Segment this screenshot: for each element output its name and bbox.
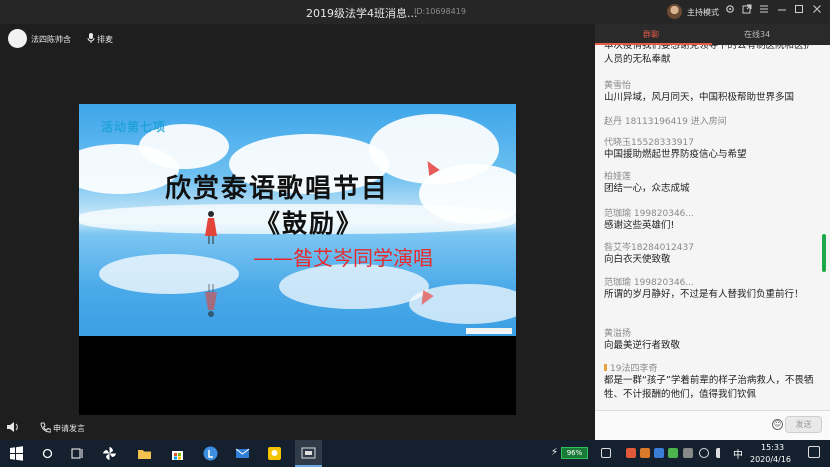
classroom-app: 2019级法学4班消息... ID:10698419 主持模式 法四陈帅含 排麦	[0, 0, 830, 440]
clock-time[interactable]: 15:33	[761, 443, 784, 452]
message-sender[interactable]: 范珈瑜 199820346...	[604, 206, 818, 219]
volume-icon[interactable]	[716, 448, 726, 458]
panel-tabs: 群聊 在线34	[595, 24, 830, 45]
chat-message: 代晓玉15528333917 中国援助燃起世界防疫信心与希望	[604, 135, 818, 162]
chat-message: 昝艾岑18284012437 向白衣天使致敬	[604, 240, 818, 267]
task-view-icon[interactable]	[70, 446, 85, 461]
message-text: 感谢这些英雄们!	[604, 220, 675, 231]
message-text: 团结一心，众志成城	[604, 183, 690, 194]
sender-name: 19法四李奇	[610, 364, 658, 374]
message-composer[interactable]: ☺ 发送	[595, 410, 830, 440]
presenter-name: 法四陈帅含	[31, 35, 71, 44]
message-text: 中国援助燃起世界防疫信心与希望	[604, 149, 747, 160]
chat-message: 范珈瑜 199820346... 感谢这些英雄们!	[604, 206, 818, 233]
message-text: 山川异域，风月同天，中国积极帮助世界多国	[604, 92, 795, 103]
store-icon[interactable]	[170, 446, 185, 461]
sticky-app-icon[interactable]	[267, 446, 282, 461]
window-title: 2019级法学4班消息...	[306, 7, 418, 20]
close-icon[interactable]	[810, 4, 824, 18]
slide-performer-line: ——昝艾岑同学演唱	[253, 246, 433, 270]
slide-title-line1: 欣赏泰语歌唱节目	[165, 174, 390, 204]
notification-center-icon[interactable]	[808, 446, 820, 458]
message-text: 都是一群“孩子”学着前辈的样子治病救人，不畏牺牲、不计报酬的他们，值得我们钦佩	[604, 375, 814, 400]
slide-footer-strip	[466, 328, 512, 334]
message-sender[interactable]: 范珈瑜 199820346...	[604, 275, 818, 288]
windows-start-icon[interactable]	[9, 446, 24, 461]
message-list[interactable]: 本次疫情我们要感谢党领导下的公有制医院和医护人员的无私奉献 黄雪怡 山川异域，风…	[595, 45, 820, 410]
mail-icon[interactable]	[235, 446, 250, 461]
popout-icon[interactable]	[740, 4, 754, 18]
windows-taskbar: ⚡ 96% 中 15:33 2020/4/16	[0, 440, 830, 467]
tray-app-icon[interactable]	[668, 448, 678, 458]
cloud-reflection	[99, 254, 239, 294]
message-sender[interactable]: 黄雪怡	[604, 78, 818, 91]
chat-panel: 群聊 在线34 本次疫情我们要感谢党领导下的公有制医院和医护人员的无私奉献 黄雪…	[595, 24, 830, 440]
tab-online[interactable]: 在线34	[744, 29, 770, 40]
presentation-slide: 活动第七项 欣赏泰语歌唱节目 《鼓励》 ——昝艾岑同学演唱	[79, 104, 516, 336]
active-taskbar-app[interactable]	[295, 440, 322, 467]
message-sender[interactable]: 19法四李奇	[604, 361, 818, 374]
presenter-avatar[interactable]	[8, 29, 27, 48]
room-id: ID:10698419	[414, 7, 466, 16]
title-bar: 2019级法学4班消息... ID:10698419 主持模式	[0, 0, 830, 24]
message-sender[interactable]: 代晓玉15528333917	[604, 135, 818, 148]
meeting-app-icon	[301, 447, 316, 459]
message-sender[interactable]: 黄溢扬	[604, 326, 818, 339]
pinwheel-app-icon[interactable]	[102, 446, 117, 461]
minimize-icon[interactable]	[775, 4, 789, 18]
emoji-icon[interactable]: ☺	[772, 419, 783, 430]
apply-speak-button[interactable]: 申请发言	[53, 423, 85, 434]
battery-tray-icon[interactable]	[683, 448, 693, 458]
wifi-icon[interactable]	[699, 448, 709, 458]
girl-reflection	[205, 284, 217, 317]
sender-badge-icon	[604, 364, 607, 371]
video-stage: 活动第七项 欣赏泰语歌唱节目 《鼓励》 ——昝艾岑同学演唱	[79, 104, 516, 415]
tray-app-icon[interactable]	[640, 448, 650, 458]
power-plug-icon: ⚡	[551, 447, 559, 458]
host-mode-label[interactable]: 主持模式	[687, 7, 719, 18]
message-text: 本次疫情我们要感谢党领导下的公有制医院和医护人员的无私奉献	[604, 45, 814, 65]
battery-indicator[interactable]: 96%	[561, 447, 588, 459]
menu-icon[interactable]	[757, 4, 771, 18]
people-icon[interactable]	[601, 448, 611, 458]
settings-icon[interactable]	[723, 4, 737, 18]
maximize-icon[interactable]	[792, 4, 806, 18]
slide-title-line2: 《鼓励》	[255, 209, 364, 238]
speaker-icon[interactable]	[7, 422, 19, 432]
message-text: 向最美逆行者致敬	[604, 340, 681, 351]
clock-date[interactable]: 2020/4/16	[750, 455, 791, 464]
file-explorer-icon[interactable]	[137, 446, 152, 461]
search-icon[interactable]	[40, 446, 55, 461]
tray-app-icon[interactable]	[654, 448, 664, 458]
ime-indicator[interactable]: 中	[733, 446, 743, 461]
message-text: 所谓的岁月静好，不过是有人替我们负重前行！	[604, 289, 804, 300]
phone-icon[interactable]	[40, 422, 51, 433]
chat-scrollbar-thumb[interactable]	[822, 234, 826, 272]
system-message: 赵丹 18113196419 进入房间	[604, 117, 727, 127]
chat-message: 19法四李奇 都是一群“孩子”学着前辈的样子治病救人，不畏牺牲、不计报酬的他们，…	[604, 361, 818, 402]
send-button[interactable]: 发送	[785, 416, 822, 433]
tray-app-icon[interactable]	[626, 448, 636, 458]
chat-message: 黄雪怡 山川异域，风月同天，中国积极帮助世界多国	[604, 78, 818, 105]
message-sender[interactable]: 昝艾岑18284012437	[604, 240, 818, 253]
girl-figure	[205, 211, 217, 244]
l-app-icon[interactable]	[203, 446, 218, 461]
message-text: 向白衣天使致敬	[604, 254, 671, 265]
activity-tag: 活动第七项	[101, 120, 167, 134]
tab-group-chat[interactable]: 群聊	[643, 29, 659, 40]
chat-message: 本次疫情我们要感谢党领导下的公有制医院和医护人员的无私奉献	[604, 45, 818, 67]
chat-message: 柏娅莲 团结一心，众志成城	[604, 169, 818, 196]
queue-label[interactable]: 排麦	[97, 34, 113, 45]
host-avatar[interactable]	[667, 4, 682, 19]
message-sender[interactable]: 柏娅莲	[604, 169, 818, 182]
chat-message: 黄溢扬 向最美逆行者致敬	[604, 326, 818, 353]
microphone-icon[interactable]	[87, 33, 95, 43]
chat-message: 范珈瑜 199820346... 所谓的岁月静好，不过是有人替我们负重前行！	[604, 275, 818, 302]
